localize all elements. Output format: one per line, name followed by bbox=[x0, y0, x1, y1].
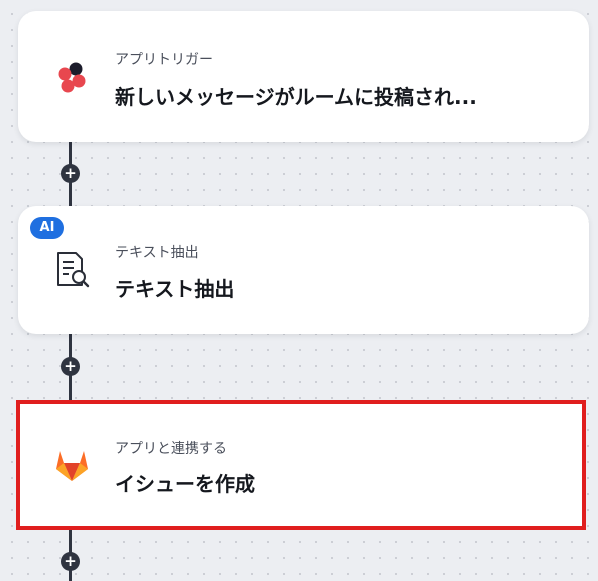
chatwork-icon bbox=[52, 57, 92, 97]
flow-step-card-trigger[interactable]: アプリトリガー 新しいメッセージがルームに投稿され... bbox=[18, 11, 589, 142]
add-step-button[interactable]: + bbox=[61, 164, 80, 183]
step-title: イシューを作成 bbox=[115, 472, 255, 496]
flow-step-card-text-extraction[interactable]: テキスト抽出 テキスト抽出 bbox=[18, 206, 589, 334]
add-step-button[interactable]: + bbox=[61, 357, 80, 376]
step-subtitle: アプリと連携する bbox=[115, 441, 227, 457]
document-search-icon bbox=[52, 250, 92, 290]
add-step-button[interactable]: + bbox=[61, 552, 80, 571]
gitlab-icon bbox=[52, 445, 92, 485]
flow-step-card-app-action[interactable]: アプリと連携する イシューを作成 bbox=[16, 400, 586, 530]
step-title: テキスト抽出 bbox=[115, 277, 235, 301]
ai-badge: AI bbox=[30, 217, 64, 239]
step-title: 新しいメッセージがルームに投稿され... bbox=[115, 85, 477, 109]
step-subtitle: アプリトリガー bbox=[115, 52, 213, 68]
step-subtitle: テキスト抽出 bbox=[115, 245, 199, 261]
